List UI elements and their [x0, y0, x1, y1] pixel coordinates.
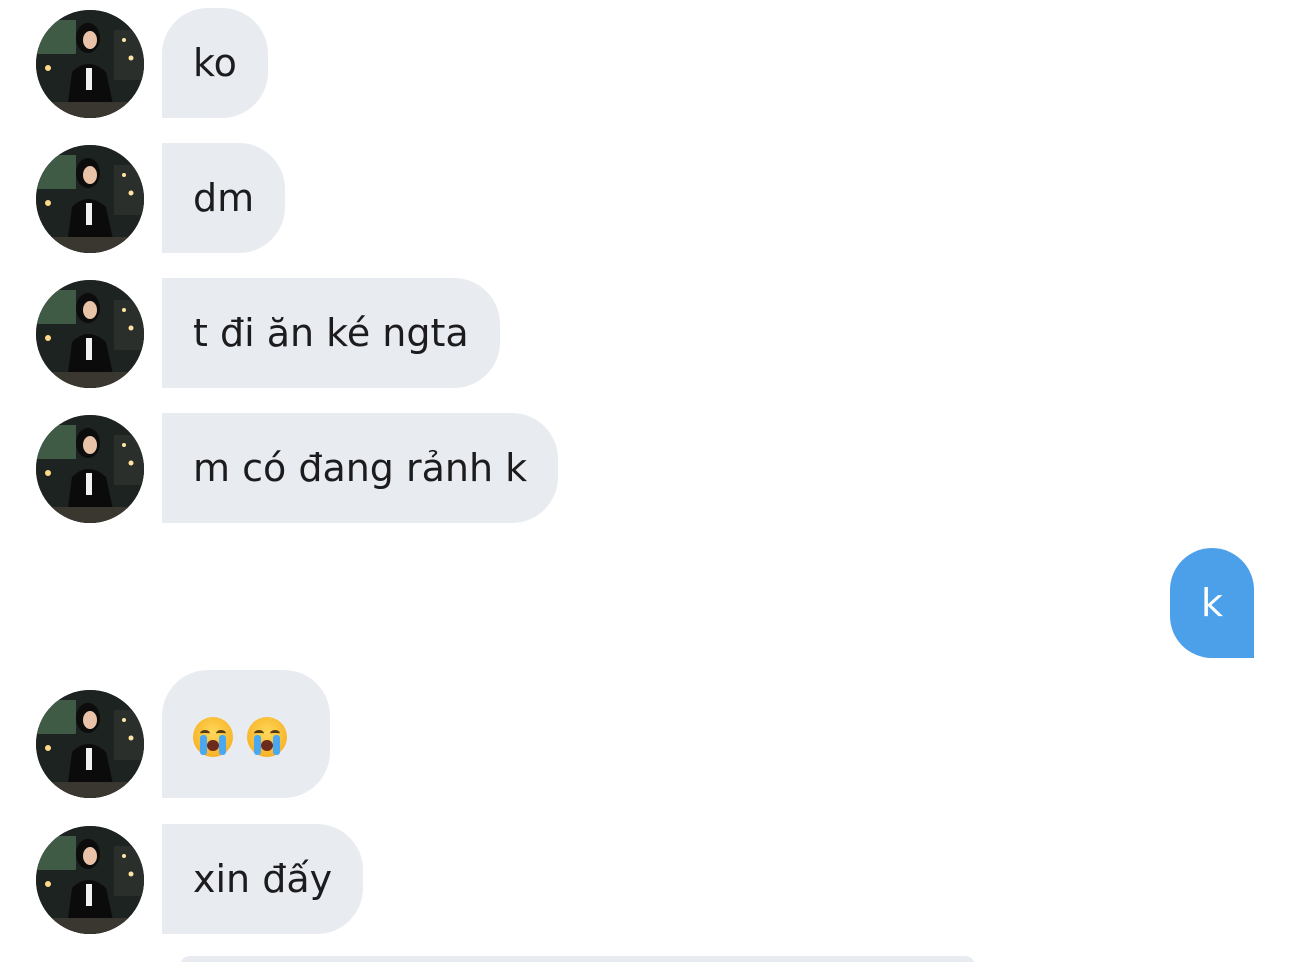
incoming-message[interactable]: t đi ăn ké ngta	[162, 278, 500, 388]
incoming-message[interactable]: m có đang rảnh k	[162, 413, 559, 523]
message-text: m có đang rảnh k	[193, 446, 528, 490]
avatar-photo-icon	[36, 415, 144, 523]
message-text: ko	[193, 41, 237, 85]
avatar-photo-icon	[36, 145, 144, 253]
message-text: xin đấy	[193, 857, 333, 901]
loudly-crying-face-icon	[193, 716, 233, 757]
incoming-message[interactable]: ko	[162, 8, 268, 118]
message-text: k	[1200, 581, 1223, 625]
incoming-message[interactable]: dm	[162, 143, 286, 253]
avatar-photo-icon	[36, 10, 144, 118]
incoming-emoji-message[interactable]: 😭😭	[162, 670, 330, 798]
loudly-crying-face-icon	[247, 716, 287, 757]
message-text: t đi ăn ké ngta	[193, 311, 469, 355]
message-text: dm	[193, 176, 255, 220]
contact-avatar[interactable]	[36, 280, 144, 388]
avatar-photo-icon	[36, 690, 144, 798]
contact-avatar[interactable]	[36, 10, 144, 118]
chat-thread: ko dm t đi ăn ké ngta m có đang rảnh k k…	[0, 0, 1290, 962]
avatar-photo-icon	[36, 826, 144, 934]
contact-avatar[interactable]	[36, 826, 144, 934]
incoming-message[interactable]: xin đấy	[162, 824, 364, 934]
avatar-photo-icon	[36, 280, 144, 388]
contact-avatar[interactable]	[36, 690, 144, 798]
contact-avatar[interactable]	[36, 145, 144, 253]
outgoing-message[interactable]: k	[1170, 548, 1254, 658]
contact-avatar[interactable]	[36, 415, 144, 523]
next-message-partial	[180, 956, 975, 962]
